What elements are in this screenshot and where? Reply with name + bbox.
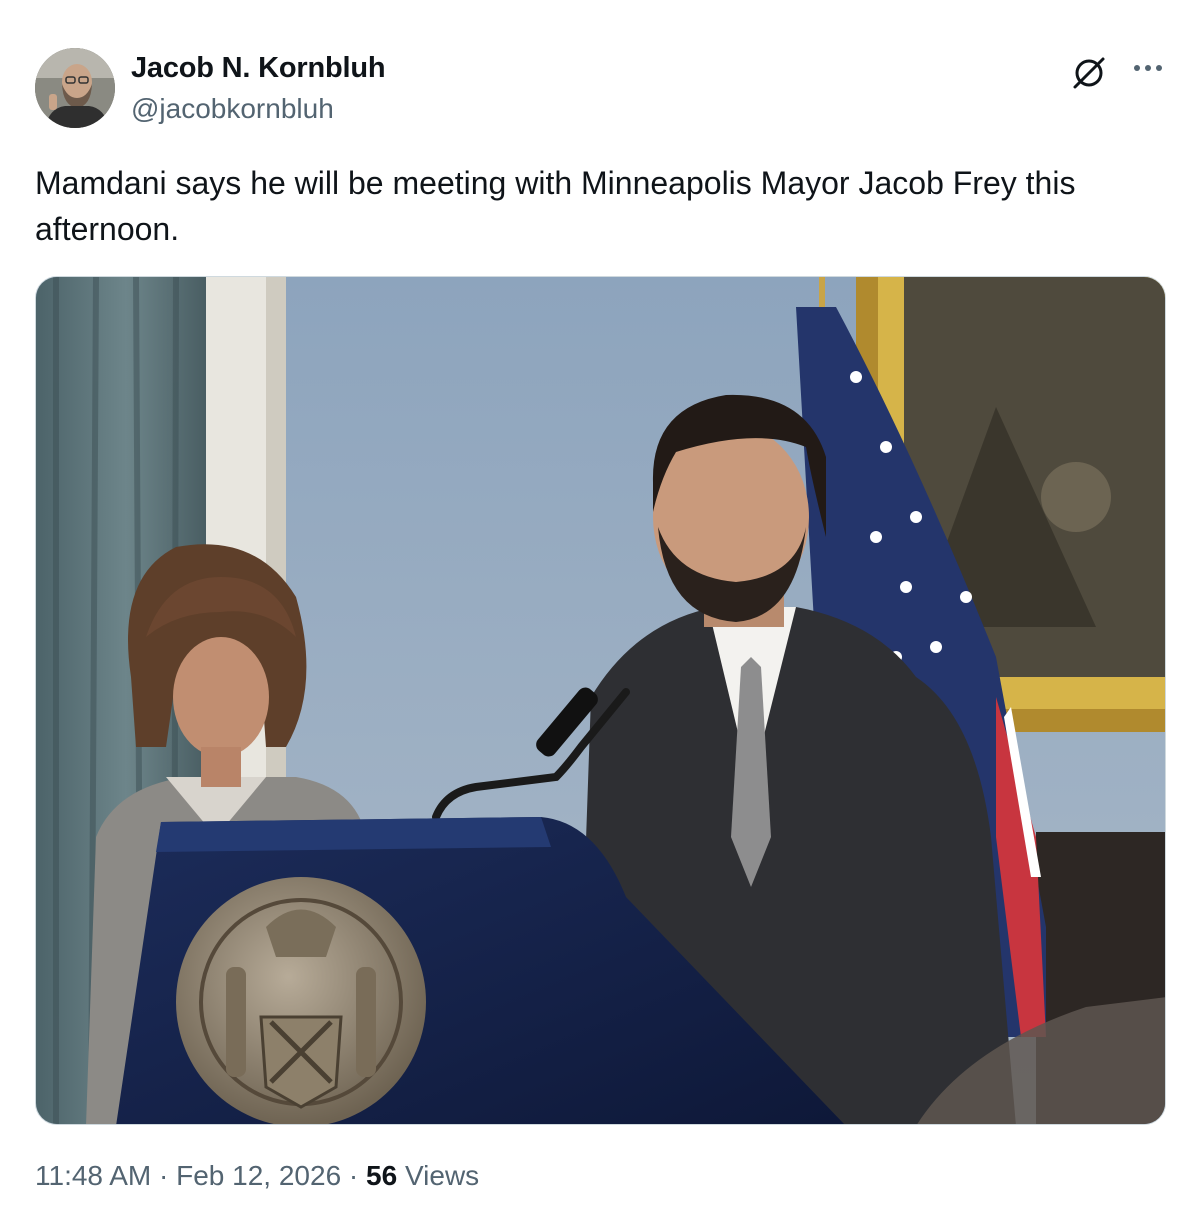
meta-separator: · bbox=[341, 1160, 367, 1191]
tweet-text: Mamdani says he will be meeting with Min… bbox=[35, 165, 1076, 247]
tweet-time: 11:48 AM bbox=[35, 1160, 152, 1191]
author-name[interactable]: Jacob N. Kornbluh bbox=[131, 52, 386, 85]
author-avatar[interactable] bbox=[35, 48, 115, 128]
tweet-photo[interactable] bbox=[35, 276, 1166, 1125]
tweet-date: Feb 12, 2026 bbox=[176, 1160, 342, 1191]
tweet-meta: 11:48 AM · Feb 12, 2026 · 56 Views bbox=[35, 1160, 479, 1192]
more-options-icon[interactable] bbox=[1131, 53, 1165, 83]
views-label[interactable]: Views bbox=[397, 1160, 479, 1191]
grok-icon[interactable] bbox=[1069, 52, 1109, 92]
meta-separator: · bbox=[151, 1160, 177, 1191]
tweet-time-link[interactable]: 11:48 AM · Feb 12, 2026 bbox=[35, 1160, 341, 1191]
views-count[interactable]: 56 bbox=[366, 1160, 397, 1191]
author-handle[interactable]: @jacobkornbluh bbox=[131, 93, 334, 125]
tweet-card: Jacob N. Kornbluh @jacobkornbluh Mamdani… bbox=[0, 0, 1194, 1228]
